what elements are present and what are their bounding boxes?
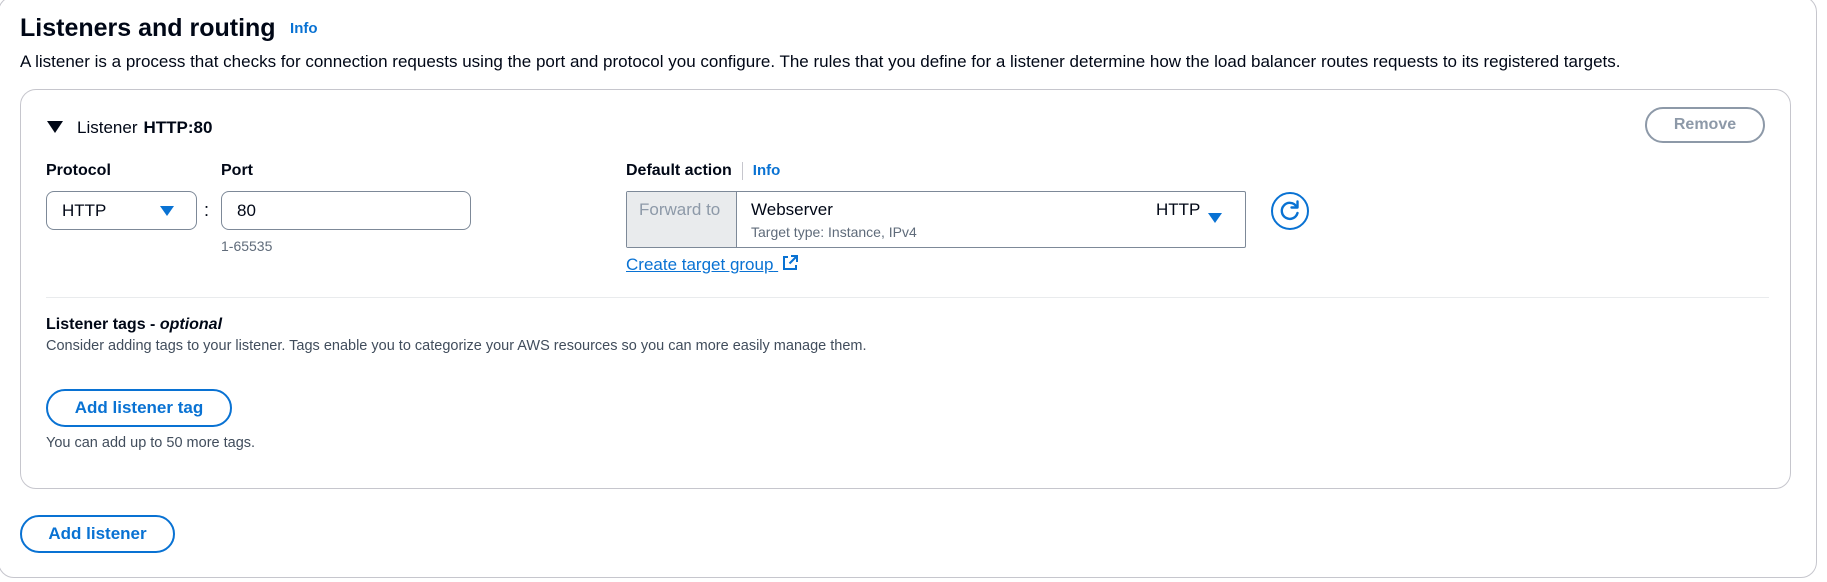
external-link-icon [783,255,799,270]
default-action-header: Default action Info [626,162,780,180]
refresh-icon [1280,200,1299,220]
target-group-name: Webserver [751,200,833,219]
default-action-label: Default action [626,162,732,180]
target-group-protocol: HTTP [1156,200,1201,219]
protocol-port-separator: : [204,200,210,220]
section-info-link[interactable]: Info [290,20,318,37]
listener-heading-prefix: Listener [77,118,138,137]
section-description: A listener is a process that checks for … [20,52,1621,71]
listener-expand-toggle[interactable]: Listener HTTP:80 [47,118,212,138]
listener-tags-note: You can add up to 50 more tags. [46,435,256,451]
caret-down-icon [47,120,63,133]
listener-tags-description: Consider adding tags to your listener. T… [46,338,867,354]
section-title: Listeners and routing [20,14,276,42]
section-header: Listeners and routing Info [20,14,318,43]
refresh-button[interactable] [1271,192,1309,230]
triangle-down-icon [1208,213,1222,223]
listener-tags-title-text: Listener tags - [46,316,160,333]
add-listener-button[interactable]: Add listener [20,515,175,553]
divider [741,162,743,180]
listener-card: Listener HTTP:80 Remove Protocol HTTP : P… [20,89,1791,489]
protocol-select[interactable]: HTTP [46,191,197,230]
listener-heading-value: HTTP:80 [143,118,213,137]
triangle-down-icon [160,206,174,216]
protocol-value: HTTP [62,201,107,220]
port-hint: 1-65535 [221,238,273,254]
listener-tags-optional: optional [159,316,223,333]
create-target-group-link[interactable]: Create target group [626,254,799,275]
port-input[interactable] [221,191,471,230]
forward-to-prefix: Forward to [627,192,737,247]
default-action-info-link[interactable]: Info [753,162,781,179]
page: Listeners and routing Info A listener is… [0,0,1827,582]
add-listener-tag-button[interactable]: Add listener tag [46,389,232,427]
create-target-group-label: Create target group [626,255,774,274]
target-group-type: Target type: Instance, IPv4 [751,224,917,240]
divider [46,297,1769,298]
remove-button[interactable]: Remove [1645,107,1765,143]
protocol-label: Protocol [46,162,111,179]
target-group-select[interactable]: Webserver Target type: Instance, IPv4 HT… [737,192,1245,247]
port-label: Port [221,162,253,179]
listener-tags-title: Listener tags - optional [46,316,222,334]
forward-to-field: Forward to Webserver Target type: Instan… [626,191,1246,248]
